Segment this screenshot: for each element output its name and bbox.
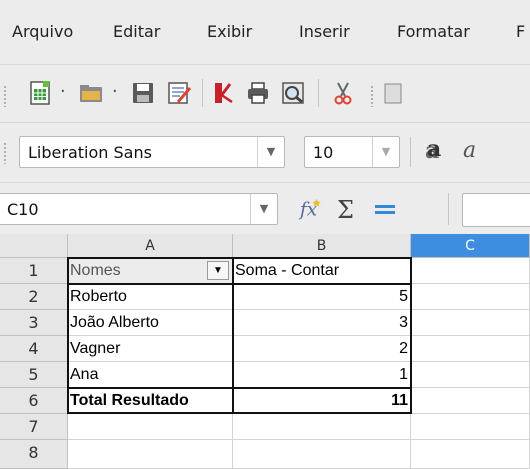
pivot-value-cell[interactable]: 3 xyxy=(233,310,411,336)
column-header-c[interactable]: C xyxy=(411,234,530,258)
sum-icon[interactable]: Σ xyxy=(334,196,360,222)
italic-icon[interactable]: a xyxy=(460,137,486,163)
chevron-down-icon[interactable]: ▼ xyxy=(257,137,284,167)
grid-cell[interactable] xyxy=(411,362,530,388)
pivot-row-label[interactable]: João Alberto xyxy=(68,310,233,336)
pivot-row-label[interactable]: Roberto xyxy=(68,284,233,310)
column-header-b[interactable]: B xyxy=(233,234,411,258)
menu-inserir[interactable]: Inserir xyxy=(299,22,350,41)
pivot-field-label: Nomes xyxy=(70,262,121,279)
pivot-column-divider xyxy=(232,257,234,414)
font-size-combo[interactable]: 10 ▼ xyxy=(304,136,400,168)
grid-cell[interactable] xyxy=(411,284,530,310)
grid-cell[interactable] xyxy=(411,336,530,362)
formatting-toolbar: Liberation Sans ▼ 10 ▼ a a a xyxy=(0,122,530,183)
menu-exibir[interactable]: Exibir xyxy=(207,22,252,41)
open-dropdown-icon[interactable]: · xyxy=(112,81,118,102)
pivot-value-cell[interactable]: 5 xyxy=(233,284,411,310)
pivot-row-label[interactable]: Ana xyxy=(68,362,233,388)
row-header[interactable]: 2 xyxy=(0,284,68,310)
pivot-total-value[interactable]: 11 xyxy=(233,388,411,414)
pivot-value-cell[interactable]: 2 xyxy=(233,336,411,362)
cut-icon[interactable] xyxy=(330,80,356,106)
shadow-text-icon[interactable]: a a xyxy=(422,137,448,163)
menu-ferramentas[interactable]: F xyxy=(516,22,525,41)
column-header-a[interactable]: A xyxy=(68,234,233,258)
menu-arquivo[interactable]: Arquivo xyxy=(12,22,73,41)
edit-document-icon[interactable] xyxy=(166,80,192,106)
toolbar-grip[interactable] xyxy=(3,85,7,107)
row-header[interactable]: 8 xyxy=(0,440,68,469)
export-pdf-icon[interactable] xyxy=(210,80,236,106)
row-header[interactable]: 1 xyxy=(0,258,68,284)
name-box[interactable]: C10 ▼ xyxy=(0,193,278,225)
toolbar-separator xyxy=(202,79,203,107)
grid-cell[interactable] xyxy=(233,414,411,440)
svg-text:Σ: Σ xyxy=(337,196,354,222)
toolbar-separator xyxy=(318,79,319,107)
toolbar-separator xyxy=(448,193,449,225)
toolbar-grip[interactable] xyxy=(3,142,7,164)
grid-cell[interactable] xyxy=(411,310,530,336)
grid-cell[interactable] xyxy=(411,440,530,469)
font-name-value: Liberation Sans xyxy=(28,143,152,162)
pivot-total-label[interactable]: Total Resultado xyxy=(68,388,233,414)
svg-text:a: a xyxy=(463,138,476,163)
svg-text:a: a xyxy=(427,137,441,162)
grid-cell[interactable] xyxy=(68,440,233,469)
formula-icon[interactable] xyxy=(372,196,398,222)
row-header[interactable]: 7 xyxy=(0,414,68,440)
pivot-row-label[interactable]: Vagner xyxy=(68,336,233,362)
grid-cell[interactable] xyxy=(233,440,411,469)
new-dropdown-icon[interactable]: · xyxy=(60,81,66,102)
pivot-value-cell[interactable]: 1 xyxy=(233,362,411,388)
menu-bar: Arquivo Editar Exibir Inserir Formatar F xyxy=(0,0,530,64)
print-preview-icon[interactable] xyxy=(280,80,306,106)
pivot-data-header[interactable]: Soma - Contar xyxy=(233,258,411,284)
grid-cell[interactable] xyxy=(411,414,530,440)
select-all-corner[interactable] xyxy=(0,234,68,258)
pivot-field-button[interactable]: Nomes ▼ xyxy=(68,258,233,284)
pivot-header-divider xyxy=(67,283,412,285)
row-header[interactable]: 5 xyxy=(0,362,68,388)
grid-cell[interactable] xyxy=(68,414,233,440)
print-icon[interactable] xyxy=(245,80,271,106)
new-document-icon[interactable] xyxy=(27,80,53,106)
chevron-down-icon[interactable]: ▼ xyxy=(372,137,399,167)
open-folder-icon[interactable] xyxy=(78,80,104,106)
formula-input[interactable] xyxy=(462,193,530,227)
chevron-down-icon[interactable]: ▼ xyxy=(207,261,229,280)
grid-cell[interactable] xyxy=(411,388,530,414)
font-size-value: 10 xyxy=(313,143,334,162)
chevron-down-icon[interactable]: ▼ xyxy=(250,194,277,224)
clipboard-icon[interactable] xyxy=(380,80,406,106)
formula-bar: C10 ▼ fx Σ xyxy=(0,182,530,235)
function-wizard-icon[interactable]: fx xyxy=(298,195,324,221)
name-box-value: C10 xyxy=(7,200,39,219)
row-header[interactable]: 4 xyxy=(0,336,68,362)
menu-editar[interactable]: Editar xyxy=(113,22,160,41)
save-icon[interactable] xyxy=(130,80,156,106)
row-header[interactable]: 6 xyxy=(0,388,68,414)
grid-cell[interactable] xyxy=(411,258,530,284)
font-name-combo[interactable]: Liberation Sans ▼ xyxy=(19,136,285,168)
menu-formatar[interactable]: Formatar xyxy=(397,22,470,41)
row-header[interactable]: 3 xyxy=(0,310,68,336)
standard-toolbar: · · xyxy=(0,64,530,123)
toolbar-grip[interactable] xyxy=(370,85,374,107)
toolbar-separator xyxy=(410,137,411,167)
spreadsheet-grid: A B C 1 2 3 4 5 6 7 8 Nomes ▼ Soma - Con… xyxy=(0,234,530,469)
pivot-total-divider xyxy=(67,387,412,389)
